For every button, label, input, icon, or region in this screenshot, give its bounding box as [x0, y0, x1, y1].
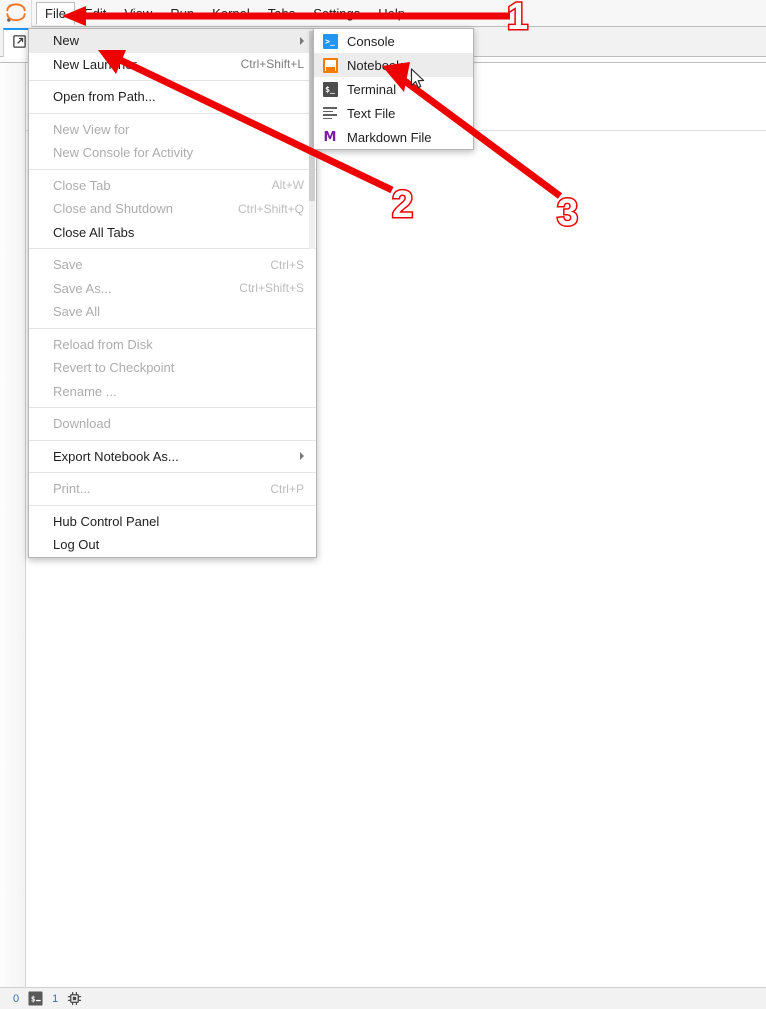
svg-text:$: $ [31, 994, 36, 1003]
annotation-number-1: 1 [505, 0, 529, 40]
menu-item-label: Reload from Disk [53, 336, 153, 352]
menu-item-label: Hub Control Panel [53, 513, 160, 529]
menu-view[interactable]: View [115, 2, 161, 25]
menu-item-label: Save As... [53, 280, 112, 296]
menu-separator [29, 439, 316, 441]
new-submenu-item-label: Notebook [347, 57, 403, 73]
status-bar: 0 $ 1 [0, 987, 766, 1009]
menu-help[interactable]: Help [369, 2, 414, 25]
menu-item-label: Close and Shutdown [53, 201, 173, 217]
menu-item-shortcut: Alt+W [271, 178, 304, 193]
file-menu-item-log-out[interactable]: Log Out [29, 533, 316, 557]
file-menu-item-new[interactable]: New [29, 29, 316, 53]
menu-separator [29, 112, 316, 114]
file-menu-item-close-tab: Close Tab Alt+W [29, 174, 316, 198]
menu-bar: File Edit View Run Kernel Tabs Settings … [0, 0, 766, 27]
menu-item-label: Save All [53, 304, 100, 320]
menu-separator [29, 168, 316, 170]
menu-item-label: Rename ... [53, 383, 117, 399]
menu-separator [29, 80, 316, 81]
terminal-icon[interactable]: $ [28, 991, 43, 1006]
menu-separator [29, 407, 316, 408]
file-menu-item-reload-from-disk: Reload from Disk [29, 333, 316, 357]
menu-item-label: New [53, 33, 80, 49]
new-submenu-item-terminal[interactable]: $_ Terminal [314, 77, 473, 101]
terminals-count: 0 [13, 992, 20, 1005]
menu-item-shortcut: Ctrl+Shift+S [239, 281, 304, 296]
jupyter-logo-icon [0, 0, 32, 27]
new-submenu-item-markdown-file[interactable]: M Markdown File [314, 125, 473, 149]
menu-item-shortcut: Ctrl+P [270, 481, 304, 496]
menu-settings[interactable]: Settings [304, 2, 369, 25]
new-submenu-item-label: Text File [347, 105, 396, 121]
menu-separator [29, 327, 316, 329]
menu-bar-items: File Edit View Run Kernel Tabs Settings … [32, 0, 414, 27]
menu-item-label: New View for [53, 121, 130, 137]
new-submenu-item-text-file[interactable]: Text File [314, 101, 473, 125]
chevron-right-icon [300, 452, 304, 461]
annotation-number-2: 2 [390, 183, 414, 228]
menu-item-label: New Launcher [53, 56, 137, 72]
file-menu-item-open-from-path[interactable]: Open from Path... [29, 85, 316, 109]
menu-separator [29, 248, 316, 249]
menu-separator [29, 504, 316, 506]
file-menu-item-save-as: Save As... Ctrl+Shift+S [29, 277, 316, 301]
file-menu-item-new-launcher[interactable]: New Launcher Ctrl+Shift+L [29, 53, 316, 77]
menu-item-shortcut: Ctrl+S [270, 257, 304, 272]
file-menu-item-close-all-tabs[interactable]: Close All Tabs [29, 221, 316, 245]
kernel-chip-icon[interactable] [67, 991, 82, 1006]
mouse-cursor [410, 68, 426, 95]
menu-item-label: Log Out [53, 537, 100, 553]
file-menu-item-close-and-shutdown: Close and Shutdown Ctrl+Shift+Q [29, 197, 316, 221]
menu-item-shortcut: Ctrl+Shift+Q [237, 201, 304, 216]
file-menu-dropdown: New New Launcher Ctrl+Shift+L Open from Pat… [28, 28, 317, 558]
file-menu-item-new-view-for: New View for [29, 118, 316, 142]
file-menu-item-export-notebook-as[interactable]: Export Notebook As... [29, 445, 316, 469]
menu-item-label: Export Notebook As... [53, 448, 179, 464]
new-submenu-item-notebook[interactable]: Notebook [314, 53, 473, 77]
console-icon: >_ [322, 33, 338, 49]
menu-file[interactable]: File [36, 2, 75, 25]
launcher-icon [12, 34, 27, 54]
file-menu-item-revert-to-checkpoint: Revert to Checkpoint [29, 356, 316, 380]
left-sidebar[interactable] [0, 58, 26, 987]
menu-item-label: Save [53, 257, 83, 273]
menu-item-shortcut: Ctrl+Shift+L [240, 57, 304, 72]
menu-item-label: New Console for Activity [53, 145, 194, 161]
annotation-number-3: 3 [555, 191, 579, 236]
menu-item-label: Open from Path... [53, 89, 156, 105]
new-submenu-item-label: Console [347, 33, 395, 49]
menu-item-label: Close Tab [53, 177, 111, 193]
markdown-file-icon: M [323, 129, 337, 145]
file-menu-item-new-console-for-activity: New Console for Activity [29, 141, 316, 165]
terminal-icon: $_ [322, 81, 338, 97]
menu-item-label: Revert to Checkpoint [53, 360, 175, 376]
menu-kernel[interactable]: Kernel [203, 2, 259, 25]
file-menu-item-save-all: Save All [29, 300, 316, 324]
kernels-count: 1 [52, 992, 59, 1005]
chevron-right-icon [300, 36, 304, 45]
menu-separator [29, 472, 316, 473]
menu-item-label: Print... [53, 481, 91, 497]
menu-item-label: Close All Tabs [53, 224, 135, 240]
text-file-icon [322, 105, 338, 121]
new-submenu-item-label: Terminal [347, 81, 397, 97]
menu-run[interactable]: Run [161, 2, 203, 25]
new-submenu-item-console[interactable]: >_ Console [314, 29, 473, 53]
file-menu-item-save: Save Ctrl+S [29, 253, 316, 277]
file-menu-item-download: Download [29, 412, 316, 436]
file-menu-item-rename: Rename ... [29, 380, 316, 404]
menu-tabs[interactable]: Tabs [259, 2, 304, 25]
menu-edit[interactable]: Edit [75, 2, 115, 25]
jupyterlab-window: File Edit View Run Kernel Tabs Settings … [0, 0, 766, 1009]
notebook-icon [322, 57, 338, 73]
new-submenu-dropdown: >_ Console Notebook $_ Terminal Text File M Mar… [313, 28, 474, 150]
file-menu-item-hub-control-panel[interactable]: Hub Control Panel [29, 510, 316, 534]
new-submenu-item-label: Markdown File [347, 129, 432, 145]
file-menu-item-print: Print... Ctrl+P [29, 477, 316, 501]
menu-item-label: Download [53, 416, 111, 432]
